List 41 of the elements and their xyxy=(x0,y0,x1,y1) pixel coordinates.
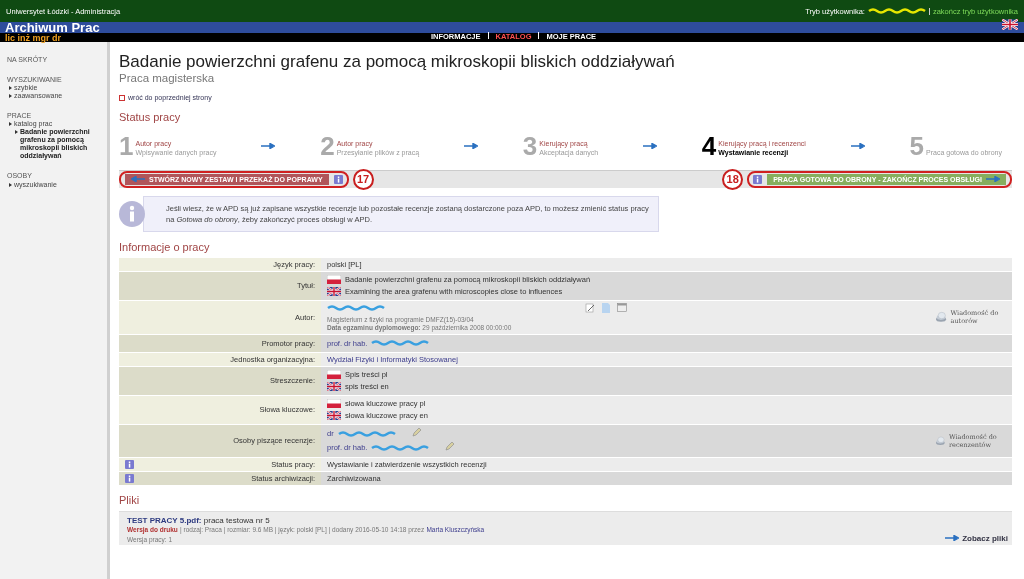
pencil-icon[interactable] xyxy=(411,426,422,437)
document-icon[interactable] xyxy=(602,302,610,313)
redaction-mark xyxy=(327,304,385,311)
notepad-icon[interactable] xyxy=(585,302,595,313)
uk-flag-icon xyxy=(1002,19,1018,30)
window-icon[interactable] xyxy=(617,302,627,312)
arrow-icon xyxy=(642,142,657,149)
redaction-mark xyxy=(371,444,430,451)
step-number: 2 xyxy=(320,133,335,158)
section-heading: Informacje o pracy xyxy=(119,240,210,254)
callout-number: 18 xyxy=(722,168,744,190)
step-number: 5 xyxy=(909,133,925,158)
arrow-icon xyxy=(131,176,145,182)
page-subtitle: Praca magisterska xyxy=(119,72,215,84)
info-icon xyxy=(333,174,343,184)
arrow-icon xyxy=(850,142,865,149)
disk-stack-icon xyxy=(936,433,946,448)
step-number: 3 xyxy=(522,133,538,158)
info-icon xyxy=(119,200,145,227)
arrow-icon xyxy=(261,142,276,149)
triangle-icon xyxy=(9,182,12,187)
step-number: 1 xyxy=(119,133,134,158)
callout-number: 17 xyxy=(352,168,374,190)
redaction-mark xyxy=(867,8,926,14)
section-heading: Status pracy xyxy=(119,110,181,124)
arrow-icon xyxy=(464,142,478,149)
view-files-link[interactable]: Zobacz pliki xyxy=(945,533,1008,543)
file-link[interactable]: TEST PRACY 5.pdf: xyxy=(127,515,202,525)
page-title: Badanie powierzchni grafenu za pomocą mikroskopii bliskich oddziaływań xyxy=(119,52,675,72)
step-number: 4 xyxy=(701,133,717,158)
disk-stack-icon xyxy=(936,310,948,324)
site-title: Archiwum Prac xyxy=(5,20,101,35)
redaction-mark xyxy=(371,340,430,346)
arrow-icon xyxy=(986,176,1000,182)
redaction-mark xyxy=(337,430,396,437)
file-description: praca testowa nr 5 xyxy=(203,515,270,525)
info-icon xyxy=(753,174,763,184)
site-subtitle: lic inż mgr dr xyxy=(5,33,62,43)
pencil-icon[interactable] xyxy=(445,440,456,451)
section-heading: Pliki xyxy=(119,493,140,507)
arrow-icon xyxy=(945,535,960,541)
